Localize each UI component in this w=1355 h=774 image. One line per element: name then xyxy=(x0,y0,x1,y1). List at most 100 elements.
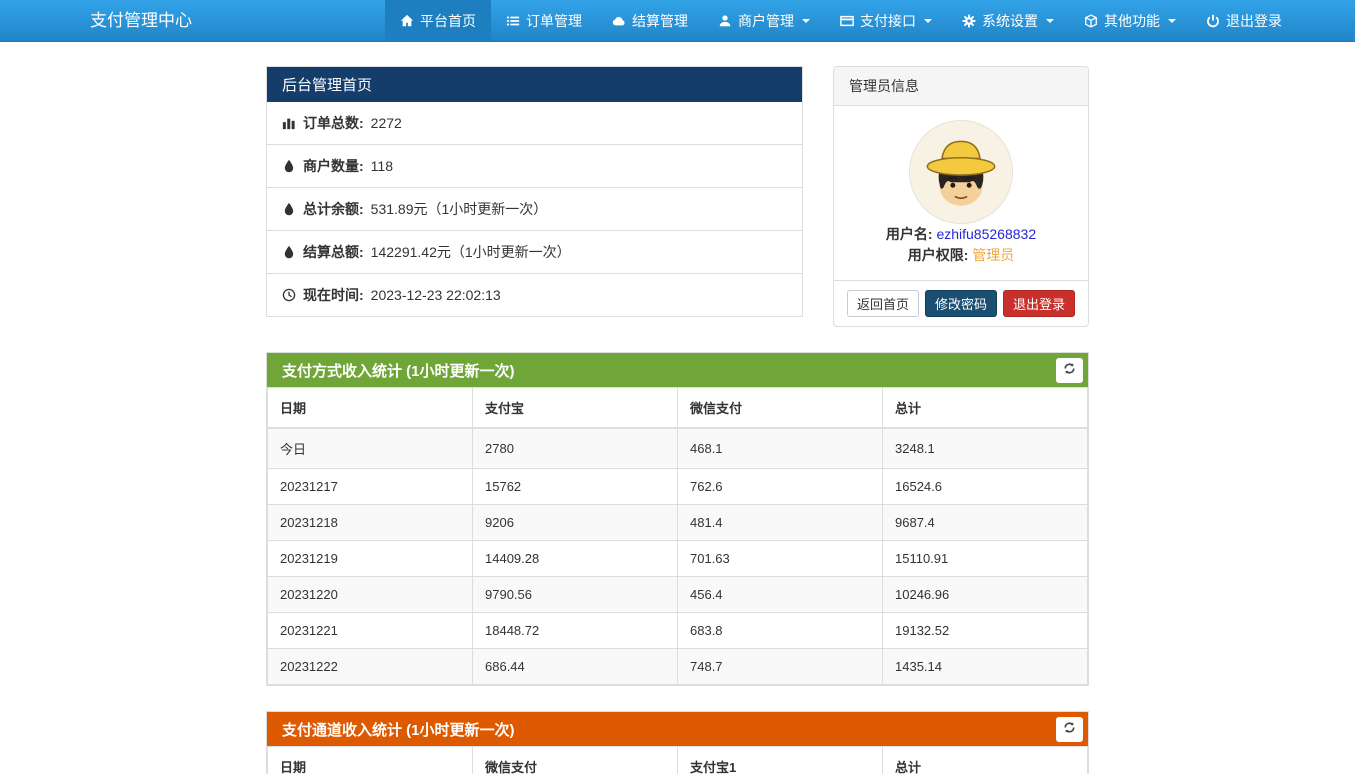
payment-method-table: 日期支付宝微信支付总计 今日2780468.13248.120231217157… xyxy=(267,387,1088,685)
gear-icon xyxy=(962,14,976,28)
table-cell: 748.7 xyxy=(678,649,883,685)
username-label: 用户名: xyxy=(886,226,933,242)
role-value: 管理员 xyxy=(972,247,1014,263)
table-cell: 20231221 xyxy=(268,613,473,649)
column-header: 支付宝 xyxy=(473,388,678,429)
payment-channel-stats-panel: 支付通道收入统计 (1小时更新一次) 日期微信支付支付宝1总计 xyxy=(266,711,1089,774)
navbar-item-label: 系统设置 xyxy=(982,11,1038,31)
navbar-item-label: 结算管理 xyxy=(632,11,688,31)
table-cell: 今日 xyxy=(268,428,473,469)
refresh-icon xyxy=(1063,362,1076,378)
table-cell: 468.1 xyxy=(678,428,883,469)
droplet-icon xyxy=(282,159,296,173)
payment-channel-title: 支付通道收入统计 (1小时更新一次) xyxy=(282,719,515,740)
admin-avatar xyxy=(909,120,1013,224)
home-icon xyxy=(400,14,414,28)
admin-action-button[interactable]: 退出登录 xyxy=(1003,290,1075,317)
payment-method-title: 支付方式收入统计 (1小时更新一次) xyxy=(282,360,515,381)
dashboard-panel-title: 后台管理首页 xyxy=(267,67,802,102)
table-cell: 701.63 xyxy=(678,541,883,577)
stat-value: 118 xyxy=(371,158,393,174)
credit-card-icon xyxy=(840,14,854,28)
table-cell: 456.4 xyxy=(678,577,883,613)
column-header: 支付宝1 xyxy=(678,747,883,774)
stat-row: 总计余额: 531.89元（1小时更新一次） xyxy=(267,187,802,230)
payment-method-stats-panel: 支付方式收入统计 (1小时更新一次) 日期支付宝微信支付总计 今日2780468… xyxy=(266,352,1089,686)
navbar-item[interactable]: 其他功能 xyxy=(1069,0,1191,41)
table-cell: 20231219 xyxy=(268,541,473,577)
navbar-item-label: 商户管理 xyxy=(738,11,794,31)
dashboard-stats-panel: 后台管理首页 订单总数: 2272 商户数量: 118 总计余额: 531.89… xyxy=(266,66,803,317)
table-cell: 15762 xyxy=(473,469,678,505)
table-row: 2023121715762762.616524.6 xyxy=(268,469,1088,505)
navbar-item-label: 退出登录 xyxy=(1226,11,1282,31)
cube-icon xyxy=(1084,14,1098,28)
navbar-item[interactable]: 退出登录 xyxy=(1191,0,1297,41)
stat-value: 2272 xyxy=(371,115,402,131)
table-cell: 14409.28 xyxy=(473,541,678,577)
refresh-icon xyxy=(1063,721,1076,737)
table-row: 202312209790.56456.410246.96 xyxy=(268,577,1088,613)
stat-row: 订单总数: 2272 xyxy=(267,102,802,144)
table-cell: 9206 xyxy=(473,505,678,541)
table-cell: 20231222 xyxy=(268,649,473,685)
table-cell: 19132.52 xyxy=(883,613,1088,649)
main-content: 后台管理首页 订单总数: 2272 商户数量: 118 总计余额: 531.89… xyxy=(266,66,1089,774)
table-cell: 9790.56 xyxy=(473,577,678,613)
navbar-item-label: 其他功能 xyxy=(1104,11,1160,31)
navbar-item[interactable]: 订单管理 xyxy=(491,0,597,41)
username-row: 用户名: ezhifu85268832 xyxy=(844,224,1078,245)
navbar-item[interactable]: 平台首页 xyxy=(385,0,491,41)
droplet-icon xyxy=(282,202,296,216)
navbar-item[interactable]: 商户管理 xyxy=(703,0,825,41)
table-header-row: 日期微信支付支付宝1总计 xyxy=(268,747,1088,774)
column-header: 日期 xyxy=(268,388,473,429)
navbar-item-label: 订单管理 xyxy=(526,11,582,31)
refresh-button[interactable] xyxy=(1056,358,1083,383)
role-label: 用户权限: xyxy=(908,247,969,263)
caret-down-icon xyxy=(1168,19,1176,23)
stat-value: 531.89元（1小时更新一次） xyxy=(371,199,548,219)
caret-down-icon xyxy=(802,19,810,23)
navbar-menu: 平台首页 订单管理 结算管理 商户管理 支付接口 系统设置 其他功能 退出登录 xyxy=(385,0,1297,41)
admin-info-panel: 管理员信息 用户名: ezhifu85268832 用户权限: 管理员 返回首页… xyxy=(833,66,1089,327)
navbar-item[interactable]: 系统设置 xyxy=(947,0,1069,41)
role-row: 用户权限: 管理员 xyxy=(844,245,1078,266)
table-row: 20231222686.44748.71435.14 xyxy=(268,649,1088,685)
payment-channel-titlebar: 支付通道收入统计 (1小时更新一次) xyxy=(267,712,1088,746)
table-cell: 762.6 xyxy=(678,469,883,505)
navbar-item[interactable]: 结算管理 xyxy=(597,0,703,41)
column-header: 总计 xyxy=(883,388,1088,429)
table-cell: 15110.91 xyxy=(883,541,1088,577)
stat-label: 总计余额: xyxy=(303,199,364,219)
payment-channel-table: 日期微信支付支付宝1总计 xyxy=(267,746,1088,774)
admin-panel-footer: 返回首页修改密码退出登录 xyxy=(834,280,1088,326)
app-title[interactable]: 支付管理中心 xyxy=(0,0,265,41)
navbar-item[interactable]: 支付接口 xyxy=(825,0,947,41)
table-header-row: 日期支付宝微信支付总计 xyxy=(268,388,1088,429)
user-icon xyxy=(718,14,732,28)
top-navbar: 支付管理中心 平台首页 订单管理 结算管理 商户管理 支付接口 系统设置 其他功… xyxy=(0,0,1355,42)
admin-action-button[interactable]: 修改密码 xyxy=(925,290,997,317)
table-row: 2023122118448.72683.819132.52 xyxy=(268,613,1088,649)
table-cell: 20231218 xyxy=(268,505,473,541)
admin-action-button[interactable]: 返回首页 xyxy=(847,290,919,317)
stat-row: 商户数量: 118 xyxy=(267,144,802,187)
navbar-item-label: 平台首页 xyxy=(420,11,476,31)
column-header: 总计 xyxy=(883,747,1088,774)
payment-method-titlebar: 支付方式收入统计 (1小时更新一次) xyxy=(267,353,1088,387)
clock-icon xyxy=(282,288,296,302)
stat-label: 订单总数: xyxy=(303,113,364,133)
table-cell: 683.8 xyxy=(678,613,883,649)
refresh-button[interactable] xyxy=(1056,717,1083,742)
table-cell: 686.44 xyxy=(473,649,678,685)
table-row: 202312189206481.49687.4 xyxy=(268,505,1088,541)
table-cell: 2780 xyxy=(473,428,678,469)
stat-label: 结算总额: xyxy=(303,242,364,262)
table-cell: 10246.96 xyxy=(883,577,1088,613)
bar-chart-icon xyxy=(282,116,296,130)
table-cell: 1435.14 xyxy=(883,649,1088,685)
table-cell: 3248.1 xyxy=(883,428,1088,469)
column-header: 微信支付 xyxy=(473,747,678,774)
column-header: 日期 xyxy=(268,747,473,774)
